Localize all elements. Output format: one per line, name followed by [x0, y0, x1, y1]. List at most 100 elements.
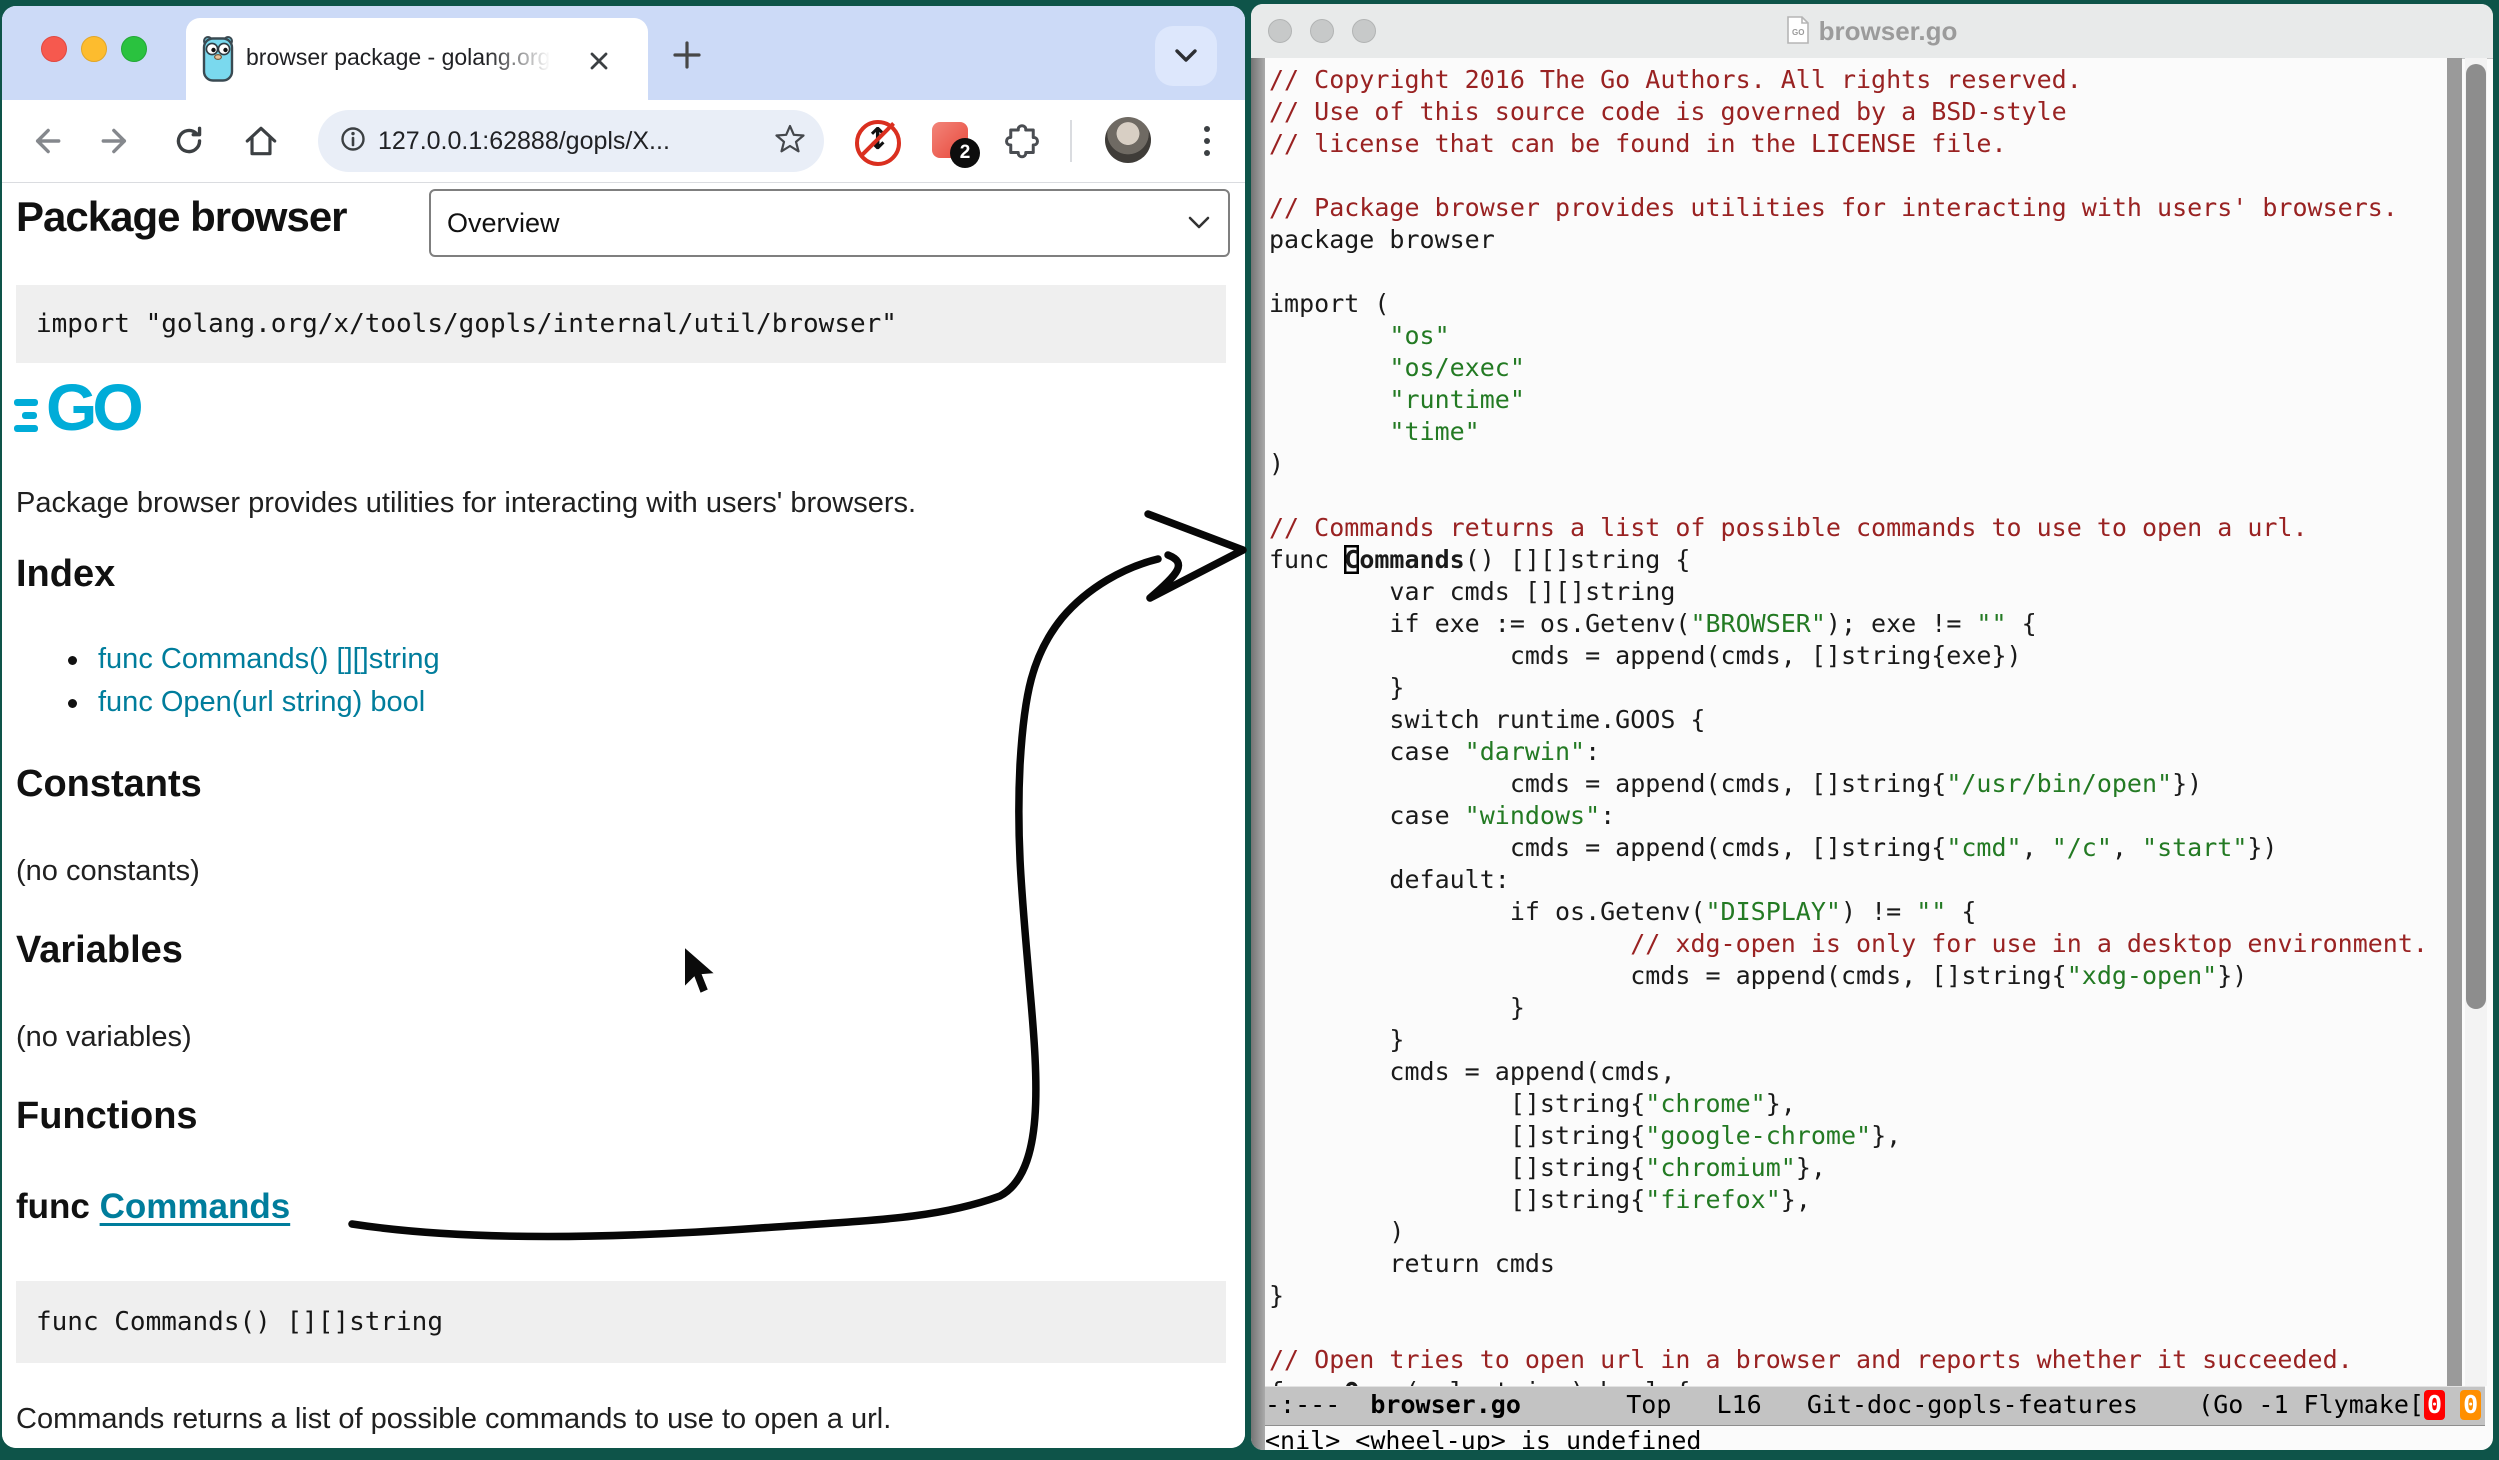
blocked-extension-icon[interactable]: ↕ — [855, 120, 899, 164]
code-line: case "darwin": — [1269, 736, 2447, 768]
index-list-item: func Open(url string) bool — [60, 686, 440, 719]
minimize-window-button[interactable] — [81, 36, 107, 62]
code-line: []string{"chrome"}, — [1269, 1088, 2447, 1120]
home-button[interactable] — [242, 122, 280, 160]
profile-avatar[interactable] — [1105, 117, 1151, 163]
index-link[interactable]: func Commands() [][]string — [98, 643, 440, 675]
url-text[interactable]: 127.0.0.1:62888/gopls/X... — [378, 127, 774, 156]
scrollbar-track[interactable] — [2465, 58, 2487, 1386]
index-heading: Index — [16, 553, 115, 596]
code-line: package browser — [1269, 224, 2447, 256]
code-line: // Commands returns a list of possible c… — [1269, 512, 2447, 544]
code-line: "runtime" — [1269, 384, 2447, 416]
code-line: // Copyright 2016 The Go Authors. All ri… — [1269, 64, 2447, 96]
code-line: []string{"firefox"}, — [1269, 1184, 2447, 1216]
code-line — [1269, 256, 2447, 288]
code-line: case "windows": — [1269, 800, 2447, 832]
code-line: if exe := os.Getenv("BROWSER"); exe != "… — [1269, 608, 2447, 640]
tab-strip: browser package - golang.org — [2, 6, 1245, 100]
back-button[interactable] — [26, 122, 64, 160]
code-line: ) — [1269, 1216, 2447, 1248]
package-description: Package browser provides utilities for i… — [16, 487, 916, 520]
code-line: // Use of this source code is governed b… — [1269, 96, 2447, 128]
forward-button[interactable] — [98, 122, 136, 160]
index-list: func Commands() [][]string func Open(url … — [60, 643, 440, 729]
code-area[interactable]: // Copyright 2016 The Go Authors. All ri… — [1265, 58, 2447, 1386]
go-gopher-favicon — [202, 36, 234, 87]
text-cursor: C — [1344, 545, 1359, 574]
index-list-item: func Commands() [][]string — [60, 643, 440, 676]
code-line: // Open tries to open url in a browser a… — [1269, 1344, 2447, 1376]
import-path: import "golang.org/x/tools/gopls/interna… — [36, 309, 897, 339]
chevron-down-icon — [1171, 46, 1201, 66]
func-description: Commands returns a list of possible comm… — [16, 1403, 891, 1436]
code-line: } — [1269, 1280, 2447, 1312]
functions-heading: Functions — [16, 1095, 198, 1138]
modeline-segment: Top L16 Git-doc-gopls-features (Go -1 Fl… — [1521, 1390, 2424, 1419]
code-line: } — [1269, 672, 2447, 704]
zoom-window-button[interactable] — [121, 36, 147, 62]
index-link[interactable]: func Open(url string) bool — [98, 686, 425, 718]
go-file-icon: GO — [1787, 16, 1809, 51]
reload-button[interactable] — [170, 122, 208, 160]
editor-right-divider — [2447, 58, 2462, 1450]
close-window-button[interactable] — [41, 36, 67, 62]
extension-icon-red[interactable]: 2 — [932, 122, 968, 158]
flymake-err-count: 0 — [2424, 1390, 2445, 1420]
func-signature-box: func Commands() [][]string — [16, 1281, 1226, 1363]
code-line: return cmds — [1269, 1248, 2447, 1280]
bookmark-star-icon[interactable] — [774, 123, 806, 160]
code-line: ) — [1269, 448, 2447, 480]
address-bar[interactable]: 127.0.0.1:62888/gopls/X... — [318, 110, 824, 172]
svg-text:GO: GO — [1792, 28, 1804, 37]
code-line: cmds = append(cmds, []string{"/usr/bin/o… — [1269, 768, 2447, 800]
code-line — [1269, 480, 2447, 512]
editor-window: GObrowser.go // Copyright 2016 The Go Au… — [1251, 4, 2493, 1450]
code-line: switch runtime.GOOS { — [1269, 704, 2447, 736]
flymake-warn-count: 0 — [2460, 1390, 2481, 1420]
code-line: cmds = append(cmds, — [1269, 1056, 2447, 1088]
modeline-segment — [2445, 1390, 2460, 1419]
browser-toolbar: 127.0.0.1:62888/gopls/X... ↕ 2 — [2, 100, 1245, 183]
modeline-segment: browser.go — [1370, 1390, 1521, 1419]
code-line: func Open(url string) bool { — [1269, 1376, 2447, 1386]
code-line: var cmds [][]string — [1269, 576, 2447, 608]
code-line: cmds = append(cmds, []string{exe}) — [1269, 640, 2447, 672]
code-line: "time" — [1269, 416, 2447, 448]
constants-empty: (no constants) — [16, 855, 200, 888]
variables-empty: (no variables) — [16, 1021, 192, 1054]
code-text: // Copyright 2016 The Go Authors. All ri… — [1265, 58, 2447, 1386]
tab-search-button[interactable] — [1155, 26, 1217, 86]
new-tab-button[interactable] — [670, 38, 704, 72]
editor-left-edge — [1251, 58, 1265, 1450]
code-line: cmds = append(cmds, []string{"cmd", "/c"… — [1269, 832, 2447, 864]
site-info-icon[interactable] — [340, 126, 366, 157]
section-select[interactable]: Overview — [429, 189, 1230, 257]
extension-badge: 2 — [950, 138, 980, 168]
import-path-box: import "golang.org/x/tools/gopls/interna… — [16, 285, 1226, 363]
toolbar-separator — [1070, 120, 1072, 162]
code-line: default: — [1269, 864, 2447, 896]
code-line: } — [1269, 992, 2447, 1024]
code-line: // Package browser provides utilities fo… — [1269, 192, 2447, 224]
tab-close-icon[interactable] — [584, 46, 614, 76]
code-line: // xdg-open is only for use in a desktop… — [1269, 928, 2447, 960]
code-line: // license that can be found in the LICE… — [1269, 128, 2447, 160]
constants-heading: Constants — [16, 763, 202, 806]
section-select-value: Overview — [447, 208, 1186, 239]
chevron-down-icon — [1186, 214, 1212, 232]
extensions-puzzle-icon[interactable] — [1002, 120, 1042, 160]
scrollbar-thumb[interactable] — [2466, 64, 2486, 1009]
code-line: []string{"chromium"}, — [1269, 1152, 2447, 1184]
page-title: Package browser — [16, 193, 347, 241]
editor-titlebar[interactable]: GObrowser.go — [1251, 4, 2493, 59]
code-line: if os.Getenv("DISPLAY") != "" { — [1269, 896, 2447, 928]
func-commands-link[interactable]: Commands — [100, 1187, 291, 1226]
browser-menu-icon[interactable] — [1188, 122, 1226, 160]
code-line: func Commands() [][]string { — [1269, 544, 2447, 576]
tab-title-fade — [486, 44, 578, 76]
code-line: "os/exec" — [1269, 352, 2447, 384]
code-line: cmds = append(cmds, []string{"xdg-open"}… — [1269, 960, 2447, 992]
browser-tab[interactable]: browser package - golang.org — [186, 18, 648, 100]
code-line: []string{"google-chrome"}, — [1269, 1120, 2447, 1152]
